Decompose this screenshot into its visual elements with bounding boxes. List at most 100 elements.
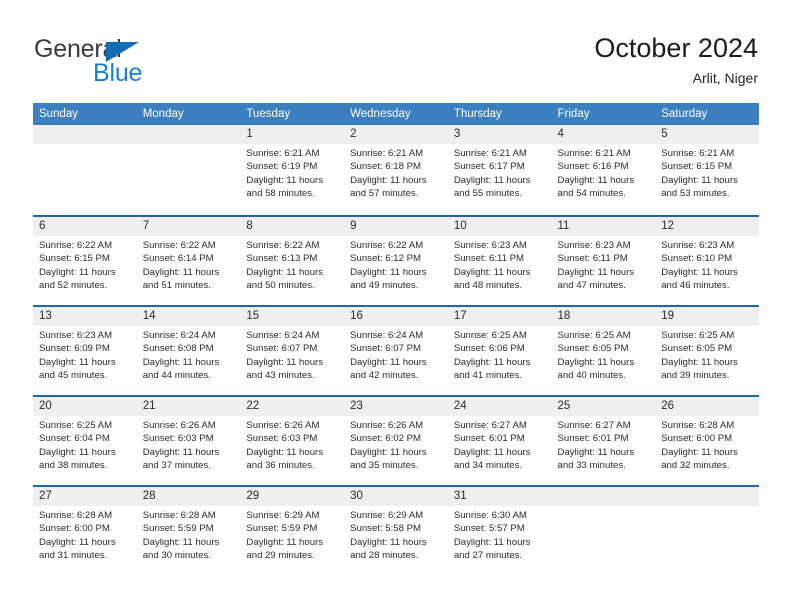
day-cell[interactable] [33, 125, 137, 213]
title-block: October 2024 Arlit, Niger [594, 32, 758, 87]
day-details: Sunrise: 6:21 AM Sunset: 6:15 PM Dayligh… [655, 144, 759, 201]
sunrise-text: Sunrise: 6:21 AM [350, 148, 424, 159]
daylight-line2: and 38 minutes. [39, 460, 108, 472]
day-cell[interactable]: 27 Sunrise: 6:28 AM Sunset: 6:00 PM Dayl… [33, 487, 137, 575]
daylight-line1: Daylight: 11 hours [142, 356, 220, 368]
day-number: 21 [136, 397, 241, 416]
day-number: 29 [240, 487, 345, 506]
daylight-line2: and 51 minutes. [142, 280, 211, 292]
day-cell[interactable]: 25 Sunrise: 6:27 AM Sunset: 6:01 PM Dayl… [551, 397, 656, 485]
day-details [552, 506, 656, 509]
day-cell[interactable]: 2 Sunrise: 6:21 AM Sunset: 6:18 PM Dayli… [344, 125, 448, 213]
day-cell[interactable]: 28 Sunrise: 6:28 AM Sunset: 5:59 PM Dayl… [136, 487, 241, 575]
daylight-line2: and 27 minutes. [453, 550, 523, 562]
day-cell[interactable]: 13 Sunrise: 6:23 AM Sunset: 6:09 PM Dayl… [33, 307, 137, 395]
daylight-line1: Daylight: 11 hours [246, 174, 324, 186]
day-details: Sunrise: 6:25 AM Sunset: 6:05 PM Dayligh… [655, 326, 759, 383]
day-cell[interactable]: 7 Sunrise: 6:22 AM Sunset: 6:14 PM Dayli… [136, 217, 241, 305]
day-cell[interactable]: 22 Sunrise: 6:26 AM Sunset: 6:03 PM Dayl… [240, 397, 345, 485]
day-number: 19 [655, 307, 759, 326]
day-cell[interactable]: 23 Sunrise: 6:26 AM Sunset: 6:02 PM Dayl… [344, 397, 448, 485]
day-cell[interactable]: 18 Sunrise: 6:25 AM Sunset: 6:05 PM Dayl… [551, 307, 656, 395]
day-cell[interactable] [655, 487, 759, 575]
daylight-line2: and 48 minutes. [453, 280, 523, 292]
logo-text-general: General [34, 35, 122, 63]
daylight-line2: and 28 minutes. [350, 550, 419, 562]
daylight-line1: Daylight: 11 hours [246, 446, 324, 458]
sunset-text: Sunset: 6:16 PM [557, 161, 629, 173]
daylight-line1: Daylight: 11 hours [453, 266, 531, 278]
day-cell[interactable]: 1 Sunrise: 6:21 AM Sunset: 6:19 PM Dayli… [240, 125, 345, 213]
day-cell[interactable]: 6 Sunrise: 6:22 AM Sunset: 6:15 PM Dayli… [33, 217, 137, 305]
daylight-line1: Daylight: 11 hours [453, 356, 531, 368]
sunset-text: Sunset: 6:11 PM [557, 253, 628, 265]
daylight-line2: and 33 minutes. [557, 460, 626, 472]
day-details: Sunrise: 6:28 AM Sunset: 5:59 PM Dayligh… [137, 506, 241, 563]
day-details: Sunrise: 6:22 AM Sunset: 6:14 PM Dayligh… [137, 236, 241, 293]
sunset-text: Sunset: 6:03 PM [142, 433, 214, 445]
daylight-line1: Daylight: 11 hours [142, 446, 220, 458]
day-cell[interactable]: 15 Sunrise: 6:24 AM Sunset: 6:07 PM Dayl… [240, 307, 345, 395]
day-cell[interactable]: 29 Sunrise: 6:29 AM Sunset: 5:59 PM Dayl… [240, 487, 345, 575]
day-cell[interactable]: 16 Sunrise: 6:24 AM Sunset: 6:07 PM Dayl… [344, 307, 448, 395]
daylight-line2: and 54 minutes. [557, 188, 626, 200]
daylight-line2: and 30 minutes. [142, 550, 211, 562]
day-number: 8 [240, 217, 345, 236]
day-cell[interactable]: 26 Sunrise: 6:28 AM Sunset: 6:00 PM Dayl… [655, 397, 759, 485]
day-details [655, 506, 759, 509]
sunset-text: Sunset: 6:18 PM [350, 161, 422, 173]
day-cell[interactable]: 30 Sunrise: 6:29 AM Sunset: 5:58 PM Dayl… [344, 487, 448, 575]
weekday-header-row: Sunday Monday Tuesday Wednesday Thursday… [33, 103, 759, 125]
day-cell[interactable]: 20 Sunrise: 6:25 AM Sunset: 6:04 PM Dayl… [33, 397, 137, 485]
weekday-header-friday: Friday [557, 108, 590, 120]
day-cell[interactable]: 8 Sunrise: 6:22 AM Sunset: 6:13 PM Dayli… [240, 217, 345, 305]
sunrise-text: Sunrise: 6:28 AM [39, 510, 113, 521]
weekday-header-monday: Monday [142, 108, 184, 120]
day-cell[interactable]: 5 Sunrise: 6:21 AM Sunset: 6:15 PM Dayli… [655, 125, 759, 213]
sunset-text: Sunset: 5:57 PM [453, 523, 525, 535]
day-cell[interactable]: 17 Sunrise: 6:25 AM Sunset: 6:06 PM Dayl… [447, 307, 552, 395]
day-details: Sunrise: 6:26 AM Sunset: 6:02 PM Dayligh… [344, 416, 448, 473]
sunset-text: Sunset: 6:11 PM [453, 253, 525, 265]
day-cell[interactable]: 4 Sunrise: 6:21 AM Sunset: 6:16 PM Dayli… [551, 125, 656, 213]
day-cell[interactable]: 19 Sunrise: 6:25 AM Sunset: 6:05 PM Dayl… [655, 307, 759, 395]
sunrise-text: Sunrise: 6:27 AM [557, 420, 631, 431]
sunrise-text: Sunrise: 6:25 AM [453, 330, 527, 341]
sunrise-text: Sunrise: 6:25 AM [661, 330, 735, 341]
day-details: Sunrise: 6:30 AM Sunset: 5:57 PM Dayligh… [448, 506, 552, 563]
day-cell[interactable]: 10 Sunrise: 6:23 AM Sunset: 6:11 PM Dayl… [447, 217, 552, 305]
sunset-text: Sunset: 5:58 PM [350, 523, 422, 535]
daylight-line2: and 47 minutes. [557, 280, 626, 292]
day-cell[interactable]: 24 Sunrise: 6:27 AM Sunset: 6:01 PM Dayl… [447, 397, 552, 485]
sunrise-text: Sunrise: 6:24 AM [350, 330, 424, 341]
day-number: 23 [344, 397, 448, 416]
daylight-line1: Daylight: 11 hours [453, 536, 531, 548]
week-row: 20 Sunrise: 6:25 AM Sunset: 6:04 PM Dayl… [33, 395, 759, 485]
sunrise-text: Sunrise: 6:23 AM [557, 240, 631, 251]
weekday-header-tuesday: Tuesday [246, 108, 291, 120]
day-cell[interactable] [136, 125, 241, 213]
day-cell[interactable]: 11 Sunrise: 6:23 AM Sunset: 6:11 PM Dayl… [551, 217, 656, 305]
day-cell[interactable]: 31 Sunrise: 6:30 AM Sunset: 5:57 PM Dayl… [447, 487, 552, 575]
sunrise-text: Sunrise: 6:28 AM [142, 510, 216, 521]
day-cell[interactable]: 14 Sunrise: 6:24 AM Sunset: 6:08 PM Dayl… [136, 307, 241, 395]
daylight-line2: and 50 minutes. [246, 280, 315, 292]
day-number: 25 [551, 397, 656, 416]
day-number: 18 [551, 307, 656, 326]
day-cell[interactable]: 3 Sunrise: 6:21 AM Sunset: 6:17 PM Dayli… [447, 125, 552, 213]
general-blue-logo[interactable]: General Blue [34, 36, 294, 92]
sunrise-text: Sunrise: 6:22 AM [246, 240, 320, 251]
day-cell[interactable] [551, 487, 656, 575]
sunrise-text: Sunrise: 6:25 AM [557, 330, 631, 341]
daylight-line2: and 40 minutes. [557, 370, 626, 382]
day-cell[interactable]: 9 Sunrise: 6:22 AM Sunset: 6:12 PM Dayli… [344, 217, 448, 305]
sunset-text: Sunset: 6:00 PM [39, 523, 110, 535]
daylight-line1: Daylight: 11 hours [661, 356, 738, 368]
day-number: 17 [447, 307, 552, 326]
day-details: Sunrise: 6:24 AM Sunset: 6:08 PM Dayligh… [137, 326, 241, 383]
sunrise-text: Sunrise: 6:22 AM [142, 240, 216, 251]
day-cell[interactable]: 12 Sunrise: 6:23 AM Sunset: 6:10 PM Dayl… [655, 217, 759, 305]
day-number: 7 [136, 217, 241, 236]
day-cell[interactable]: 21 Sunrise: 6:26 AM Sunset: 6:03 PM Dayl… [136, 397, 241, 485]
sunrise-text: Sunrise: 6:23 AM [39, 330, 113, 341]
